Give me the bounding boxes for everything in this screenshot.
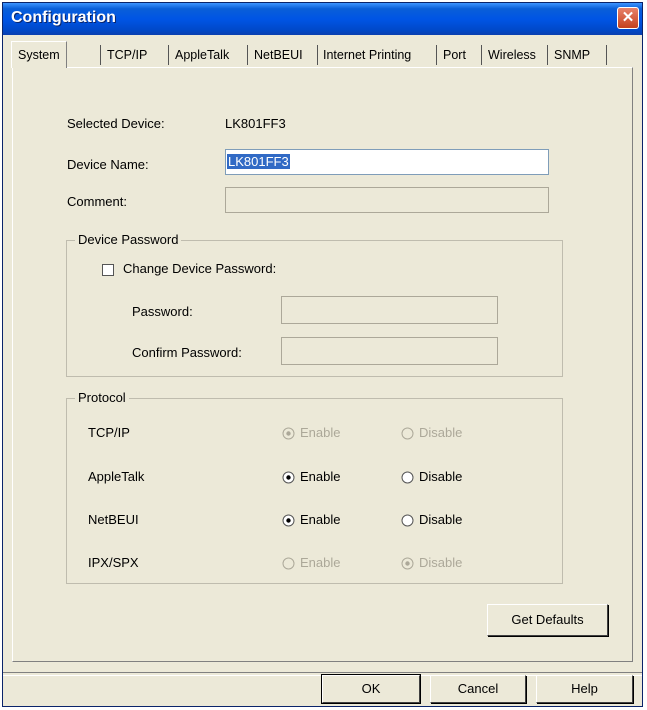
- radio-label-enable: Enable: [300, 555, 341, 570]
- password-field[interactable]: [281, 296, 498, 324]
- protocol-legend: Protocol: [75, 390, 129, 405]
- tab-internet-printing[interactable]: Internet Printing: [323, 45, 411, 67]
- radio-label-disable: Disable: [419, 555, 463, 570]
- confirm-password-field[interactable]: [281, 337, 498, 365]
- tab-separator: [168, 45, 169, 65]
- radio-ipxspx-disable[interactable]: [401, 557, 414, 570]
- tab-label: Internet Printing: [323, 48, 412, 62]
- tab-label: Wireless: [488, 48, 536, 62]
- radio-label-enable: Enable: [300, 512, 341, 527]
- cancel-button[interactable]: Cancel: [430, 675, 526, 703]
- device-name-field[interactable]: LK801FF3: [225, 149, 549, 175]
- radio-tcpip-disable[interactable]: [401, 427, 414, 440]
- help-button[interactable]: Help: [536, 675, 633, 703]
- protocol-name-ipxspx: IPX/SPX: [88, 555, 139, 570]
- close-button[interactable]: ✕: [617, 7, 639, 29]
- ok-label: OK: [361, 681, 381, 696]
- radio-appletalk-disable[interactable]: [401, 471, 414, 484]
- title-bar[interactable]: Configuration ✕: [3, 3, 642, 35]
- tab-wireless[interactable]: Wireless: [488, 45, 536, 67]
- get-defaults-button[interactable]: Get Defaults: [487, 604, 608, 636]
- radio-label-enable: Enable: [300, 469, 341, 484]
- comment-field[interactable]: [225, 187, 549, 213]
- tab-netbeui[interactable]: NetBEUI: [254, 45, 303, 67]
- radio-netbeui-enable[interactable]: [282, 514, 295, 527]
- system-tab-panel: Selected Device: LK801FF3 Device Name: L…: [12, 67, 633, 662]
- tab-separator: [247, 45, 248, 65]
- tab-separator: [100, 45, 101, 65]
- tab-separator: [481, 45, 482, 65]
- tab-system[interactable]: System: [11, 41, 67, 68]
- device-password-group: Device Password Change Device Password: …: [66, 232, 563, 377]
- tab-appletalk[interactable]: AppleTalk: [175, 45, 229, 67]
- protocol-name-tcpip: TCP/IP: [88, 425, 130, 440]
- tab-label: SNMP: [554, 48, 591, 62]
- confirm-password-label: Confirm Password:: [132, 345, 242, 360]
- radio-label-disable: Disable: [419, 469, 463, 484]
- radio-label-disable: Disable: [419, 512, 463, 527]
- selected-device-value: LK801FF3: [225, 116, 286, 131]
- tab-snmp[interactable]: SNMP: [554, 45, 590, 67]
- tab-label: Port: [443, 48, 466, 62]
- change-password-label: Change Device Password:: [123, 261, 277, 276]
- tab-label: NetBEUI: [254, 48, 303, 62]
- device-name-value: LK801FF3: [227, 154, 290, 169]
- configuration-dialog: Configuration ✕ System TCP/IP AppleTalk …: [2, 2, 643, 707]
- tab-separator: [606, 45, 607, 65]
- tab-label: AppleTalk: [175, 48, 230, 62]
- radio-ipxspx-enable[interactable]: [282, 557, 295, 570]
- change-password-checkbox[interactable]: [102, 264, 114, 276]
- protocol-group: Protocol TCP/IP Enable Disable AppleTalk…: [66, 390, 563, 584]
- window-title: Configuration: [11, 9, 116, 26]
- protocol-name-appletalk: AppleTalk: [88, 469, 145, 484]
- device-name-label: Device Name:: [67, 157, 149, 172]
- comment-label: Comment:: [67, 194, 127, 209]
- password-label: Password:: [132, 304, 193, 319]
- tab-label: TCP/IP: [107, 48, 148, 62]
- radio-netbeui-disable[interactable]: [401, 514, 414, 527]
- close-icon: ✕: [621, 9, 635, 26]
- radio-label-disable: Disable: [419, 425, 463, 440]
- device-password-legend: Device Password: [75, 232, 182, 247]
- help-label: Help: [571, 681, 598, 696]
- tab-separator: [436, 45, 437, 65]
- tab-port[interactable]: Port: [443, 45, 466, 67]
- tab-separator: [317, 45, 318, 65]
- protocol-name-netbeui: NetBEUI: [88, 512, 139, 527]
- radio-tcpip-enable[interactable]: [282, 427, 295, 440]
- tab-separator: [547, 45, 548, 65]
- cancel-label: Cancel: [457, 681, 499, 696]
- radio-label-enable: Enable: [300, 425, 341, 440]
- ok-button[interactable]: OK: [321, 674, 421, 704]
- tab-tcpip[interactable]: TCP/IP: [107, 45, 147, 67]
- radio-appletalk-enable[interactable]: [282, 471, 295, 484]
- selected-device-label: Selected Device:: [67, 116, 165, 131]
- get-defaults-label: Get Defaults: [511, 612, 584, 627]
- tab-label: System: [18, 48, 60, 62]
